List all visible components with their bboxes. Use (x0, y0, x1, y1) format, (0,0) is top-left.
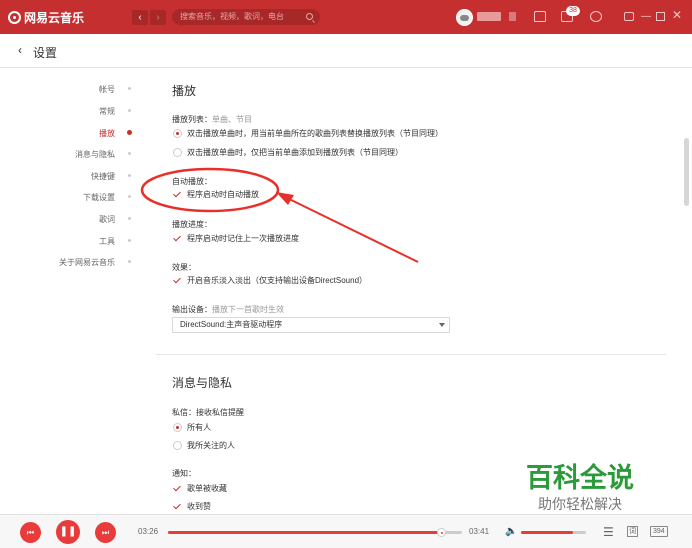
progress-label: 播放进度： (172, 220, 212, 229)
section-title-privacy: 消息与隐私 (172, 376, 233, 390)
dm-sub: 接收私信提醒 (196, 408, 244, 417)
output-label: 输出设备：播放下一首歌时生效 (172, 304, 284, 315)
title-bar: 网易云音乐 ‹ › 搜索音乐，视频，歌词，电台 38 — ✕ (0, 0, 692, 34)
duration: 03:41 (469, 527, 490, 536)
notification-badge: 38 (566, 6, 580, 16)
radio-unchecked[interactable] (173, 148, 182, 157)
username-blurred[interactable] (477, 12, 501, 21)
gear-icon[interactable] (590, 11, 602, 22)
section-title-play: 播放 (172, 84, 197, 98)
watermark-subtitle: 助你轻松解决 (538, 496, 622, 512)
dm-label-text: 私信： (172, 408, 196, 417)
mini-mode-icon[interactable] (624, 12, 634, 21)
output-device-select[interactable]: DirectSound:主声音驱动程序 (172, 317, 450, 333)
notify-label: 通知： (172, 469, 196, 478)
effect-label: 效果： (172, 263, 196, 272)
play-pause-icon[interactable]: ❚❚ (56, 520, 80, 544)
playlist-label-text: 播放列表： (172, 115, 212, 124)
output-sub: 播放下一首歌时生效 (212, 305, 284, 314)
search-input[interactable]: 搜索音乐，视频，歌词，电台 (172, 9, 320, 25)
radio-checked[interactable] (173, 129, 182, 138)
volume-icon[interactable]: 🔈 (505, 526, 517, 537)
radio-checked[interactable] (173, 423, 182, 432)
option-label: 歌单被收藏 (187, 484, 227, 493)
check-icon[interactable] (173, 276, 182, 285)
option-label: 收到赞 (187, 502, 211, 511)
playlist-option-replace[interactable]: 双击播放单曲时，用当前单曲所在的歌曲列表替换播放列表（节目同理） (173, 128, 443, 139)
output-device-value: DirectSound:主声音驱动程序 (180, 320, 283, 329)
page-title: 设置 (33, 46, 58, 60)
scrollbar[interactable] (684, 138, 689, 206)
option-label: 双击播放单曲时，用当前单曲所在的歌曲列表替换播放列表（节目同理） (187, 129, 443, 138)
progress-track[interactable] (168, 528, 462, 537)
search-placeholder: 搜索音乐，视频，歌词，电台 (180, 12, 284, 21)
dm-option-following[interactable]: 我所关注的人 (173, 440, 235, 451)
minimize-icon[interactable]: — (641, 11, 651, 22)
logo-icon (8, 11, 21, 24)
playlist-sub: 单曲、节目 (212, 115, 252, 124)
back-arrow-icon[interactable]: ‹ (132, 10, 148, 25)
playlist-icon[interactable]: ☰ (603, 525, 614, 539)
maximize-icon[interactable] (656, 12, 665, 21)
current-time: 03:26 (138, 527, 159, 536)
playlist-count[interactable]: 394 (650, 526, 668, 537)
fade-checkbox[interactable]: 开启音乐淡入淡出（仅支持输出设备DirectSound） (173, 275, 367, 286)
avatar-icon[interactable] (456, 9, 473, 26)
close-icon[interactable]: ✕ (672, 9, 682, 21)
check-icon[interactable] (173, 502, 182, 511)
app-name: 网易云音乐 (24, 11, 85, 25)
autoplay-label: 自动播放： (172, 177, 212, 186)
check-icon[interactable] (173, 484, 182, 493)
progress-fill (168, 531, 442, 534)
volume-fill (521, 531, 573, 534)
option-label: 我所关注的人 (187, 441, 235, 450)
notify-option-collected[interactable]: 歌单被收藏 (173, 483, 227, 494)
skin-icon[interactable] (534, 11, 546, 22)
notify-option-liked[interactable]: 收到赞 (173, 501, 211, 512)
radio-unchecked[interactable] (173, 441, 182, 450)
playlist-label: 播放列表：单曲、节目 (172, 114, 252, 125)
section-divider (156, 354, 666, 355)
player-bar: ⏮ ❚❚ ⏭ 03:26 03:41 🔈 ☰ 词 394 (0, 514, 692, 548)
dm-label: 私信：接收私信提醒 (172, 407, 244, 418)
dm-option-everyone[interactable]: 所有人 (173, 422, 211, 433)
progress-knob[interactable] (437, 528, 447, 537)
lyric-button[interactable]: 词 (627, 526, 638, 537)
prev-icon[interactable]: ⏮ (20, 522, 41, 543)
check-icon[interactable] (173, 234, 182, 243)
settings-content: 播放 播放列表：单曲、节目 双击播放单曲时，用当前单曲所在的歌曲列表替换播放列表… (0, 68, 680, 514)
autoplay-checkbox[interactable]: 程序启动时自动播放 (173, 189, 259, 200)
next-icon[interactable]: ⏭ (95, 522, 116, 543)
playlist-option-append[interactable]: 双击播放单曲时，仅把当前单曲添加到播放列表（节目同理） (173, 147, 403, 158)
vip-badge[interactable] (509, 12, 516, 21)
volume-track[interactable] (521, 531, 586, 534)
check-icon[interactable] (173, 190, 182, 199)
output-label-text: 输出设备： (172, 305, 212, 314)
watermark: 百科全说 助你轻松解决 (505, 452, 655, 522)
remember-progress-checkbox[interactable]: 程序启动时记住上一次播放进度 (173, 233, 299, 244)
option-label: 程序启动时自动播放 (187, 190, 259, 199)
option-label: 双击播放单曲时，仅把当前单曲添加到播放列表（节目同理） (187, 148, 403, 157)
watermark-title: 百科全说 (526, 463, 634, 493)
settings-header: ‹ 设置 (0, 34, 692, 68)
back-arrow-icon[interactable]: ‹ (18, 43, 22, 57)
option-label: 程序启动时记住上一次播放进度 (187, 234, 299, 243)
chevron-down-icon (439, 323, 445, 327)
option-label: 开启音乐淡入淡出（仅支持输出设备DirectSound） (187, 276, 368, 285)
search-icon[interactable] (306, 13, 313, 20)
forward-arrow-icon[interactable]: › (150, 10, 166, 25)
option-label: 所有人 (187, 423, 211, 432)
app-logo[interactable]: 网易云音乐 (8, 9, 84, 26)
